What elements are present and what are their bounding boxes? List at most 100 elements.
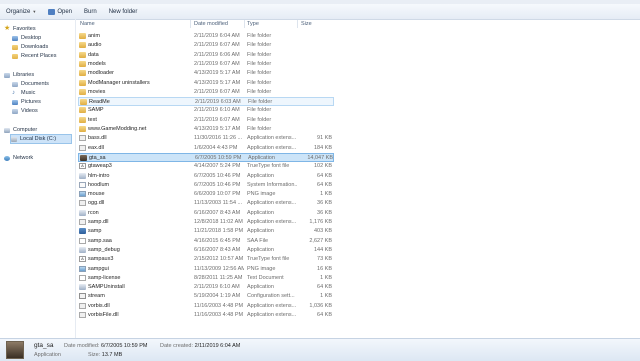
file-row[interactable]: text 2/11/2019 6:07 AM File folder <box>78 116 334 125</box>
ini-icon <box>79 181 86 188</box>
file-row[interactable]: models 2/11/2019 6:07 AM File folder <box>78 60 334 69</box>
nav-item-recent-places[interactable]: Recent Places <box>12 52 56 60</box>
file-type: File folder <box>247 107 272 114</box>
nav-item-music[interactable]: ♪ Music <box>12 89 35 97</box>
file-date-modified: 2/15/2012 10:57 AM <box>194 256 244 263</box>
nav-item-favorites[interactable]: ★ Favorites <box>4 25 36 33</box>
nav-item-documents[interactable]: Documents <box>12 80 49 88</box>
column-separator[interactable] <box>190 20 191 28</box>
file-date-modified: 11/21/2018 1:58 PM <box>194 228 244 235</box>
file-row[interactable]: samp 11/21/2018 1:58 PM Application 403 KB <box>78 227 334 236</box>
open-button[interactable]: Open <box>42 6 78 18</box>
dll-icon <box>79 135 86 142</box>
file-type: System Information... <box>247 181 297 188</box>
file-row[interactable]: Asampaux3 2/15/2012 10:57 AM TrueType font… <box>78 255 334 264</box>
file-name: samp <box>88 228 102 235</box>
file-row[interactable]: vorbis.dll 11/16/2003 4:48 PM Application … <box>78 302 334 311</box>
nav-item-computer[interactable]: Computer <box>4 126 37 134</box>
column-separator[interactable] <box>244 20 245 28</box>
nav-item-downloads[interactable]: Downloads <box>12 43 48 51</box>
file-row[interactable]: anim 2/11/2019 6:04 AM File folder <box>78 32 334 41</box>
file-row[interactable]: samp.dll 12/8/2018 11:02 AM Application ex… <box>78 218 334 227</box>
file-row[interactable]: samp-license 8/28/2011 11:25 AM Text Docum… <box>78 274 334 283</box>
file-row[interactable]: stream 5/19/2004 1:19 AM Configuration set… <box>78 292 334 301</box>
column-header-date[interactable]: Date modified <box>194 19 228 29</box>
nav-item-videos[interactable]: Videos <box>12 107 38 115</box>
file-size <box>300 69 332 78</box>
column-header-name[interactable]: Name <box>80 19 95 29</box>
file-size: 36 KB <box>317 209 332 216</box>
file-name: stream <box>88 293 105 300</box>
folder-icon <box>79 51 86 58</box>
file-row[interactable]: rcon 6/16/2007 8:43 AM Application 36 KB <box>78 209 334 218</box>
folder-icon <box>79 79 86 86</box>
file-name: text <box>88 116 97 123</box>
file-type: Application extens... <box>247 135 297 142</box>
file-row[interactable]: hoodlum 6/7/2005 10:46 PM System Informati… <box>78 181 334 190</box>
file-size: 64 KB <box>317 172 332 179</box>
file-row[interactable]: samp_debug 6/16/2007 8:43 AM Application 14… <box>78 246 334 255</box>
burn-label: Burn <box>84 8 97 15</box>
file-name: mouse <box>88 191 105 198</box>
png-icon <box>79 265 86 272</box>
file-type: TrueType font file <box>247 256 290 263</box>
file-name: audio <box>88 42 102 49</box>
file-row[interactable]: vorbisFile.dll 11/16/2003 4:48 PM Applicat… <box>78 311 334 320</box>
folder-icon <box>80 99 87 106</box>
file-row[interactable]: audio 2/11/2019 6:07 AM File folder <box>78 41 334 50</box>
file-name: vorbisFile.dll <box>88 312 119 318</box>
file-row[interactable]: bass.dll 11/30/2016 11:26 ... Application … <box>78 134 334 143</box>
file-row[interactable]: SAMP 2/11/2019 6:10 AM File folder <box>78 106 334 115</box>
organize-button[interactable]: Organize ▼ <box>0 6 42 18</box>
file-row[interactable]: www.GameModding.net 4/13/2019 5:17 AM File… <box>78 125 334 134</box>
file-size: 2,627 KB <box>309 237 332 244</box>
details-file-name: gta_sa <box>34 342 54 349</box>
file-type: Application <box>247 284 274 291</box>
nav-item-pictures[interactable]: Pictures <box>12 98 41 106</box>
burn-button[interactable]: Burn <box>78 6 103 18</box>
file-size: 64 KB <box>317 181 332 188</box>
file-type: File folder <box>247 116 272 123</box>
nav-label: Documents <box>21 81 49 87</box>
file-row[interactable]: data 2/11/2019 6:06 AM File folder <box>78 51 334 60</box>
file-row[interactable]: gta_sa 6/7/2005 10:59 PM Application 14,047… <box>78 152 334 162</box>
file-size: 102 KB <box>313 163 332 170</box>
column-header-type[interactable]: Type <box>247 19 259 29</box>
file-date-modified: 12/8/2018 11:02 AM <box>194 219 243 225</box>
file-size: 403 KB <box>313 228 332 235</box>
nav-item-local-disk[interactable]: Local Disk (C:) <box>10 134 72 144</box>
file-row[interactable]: SAMPUninstall 2/11/2019 6:10 AM Applicatio… <box>78 283 334 292</box>
file-row[interactable]: hlm-intro 6/7/2005 10:46 PM Application 64 … <box>78 172 334 181</box>
file-row[interactable]: ModManager uninstallers 4/13/2019 5:17 AM… <box>78 79 334 88</box>
file-size: 144 KB <box>313 246 332 253</box>
file-size <box>300 60 332 69</box>
network-icon <box>4 155 10 161</box>
file-list-pane: Name Date modified Type Size anim 2/11/20… <box>76 19 640 338</box>
folder-icon <box>79 70 86 77</box>
file-date-modified: 2/11/2019 6:04 AM <box>194 33 240 39</box>
file-row[interactable]: Agtaweap3 4/14/2007 5:24 PM TrueType font … <box>78 162 334 171</box>
folder-icon <box>79 88 86 95</box>
file-row[interactable]: modloader 4/13/2019 5:17 AM File folder <box>78 69 334 78</box>
file-row[interactable]: movies 2/11/2019 6:07 AM File folder <box>78 88 334 97</box>
new-folder-button[interactable]: New folder <box>103 6 144 18</box>
file-row[interactable]: ogg.dll 11/13/2003 11:54 ... Application e… <box>78 199 334 208</box>
column-header-size[interactable]: Size <box>301 19 312 29</box>
nav-item-libraries[interactable]: Libraries <box>4 71 34 79</box>
file-type: SAA File <box>247 237 269 244</box>
png-icon <box>79 191 86 198</box>
file-row[interactable]: ReadMe 2/11/2019 6:03 AM File folder <box>78 97 334 107</box>
exe-icon <box>79 209 86 216</box>
file-row[interactable]: samp.saa 4/16/2015 6:45 PM SAA File 2,627 K… <box>78 237 334 246</box>
folder-icon <box>79 116 86 123</box>
file-row[interactable]: sampgui 11/13/2009 12:56 AM PNG image 16 KB <box>78 265 334 274</box>
column-separator[interactable] <box>297 20 298 28</box>
file-type: PNG image <box>247 191 276 198</box>
nav-item-desktop[interactable]: Desktop <box>12 34 41 42</box>
nav-item-network[interactable]: Network <box>4 154 33 162</box>
file-type: TrueType font file <box>247 163 290 170</box>
file-row[interactable]: eax.dll 1/6/2004 4:43 PM Application exten… <box>78 144 334 153</box>
font-icon: A <box>79 256 86 263</box>
file-row[interactable]: mouse 6/6/2009 10:07 PM PNG image 1 KB <box>78 190 334 199</box>
nav-label: Libraries <box>13 72 35 78</box>
